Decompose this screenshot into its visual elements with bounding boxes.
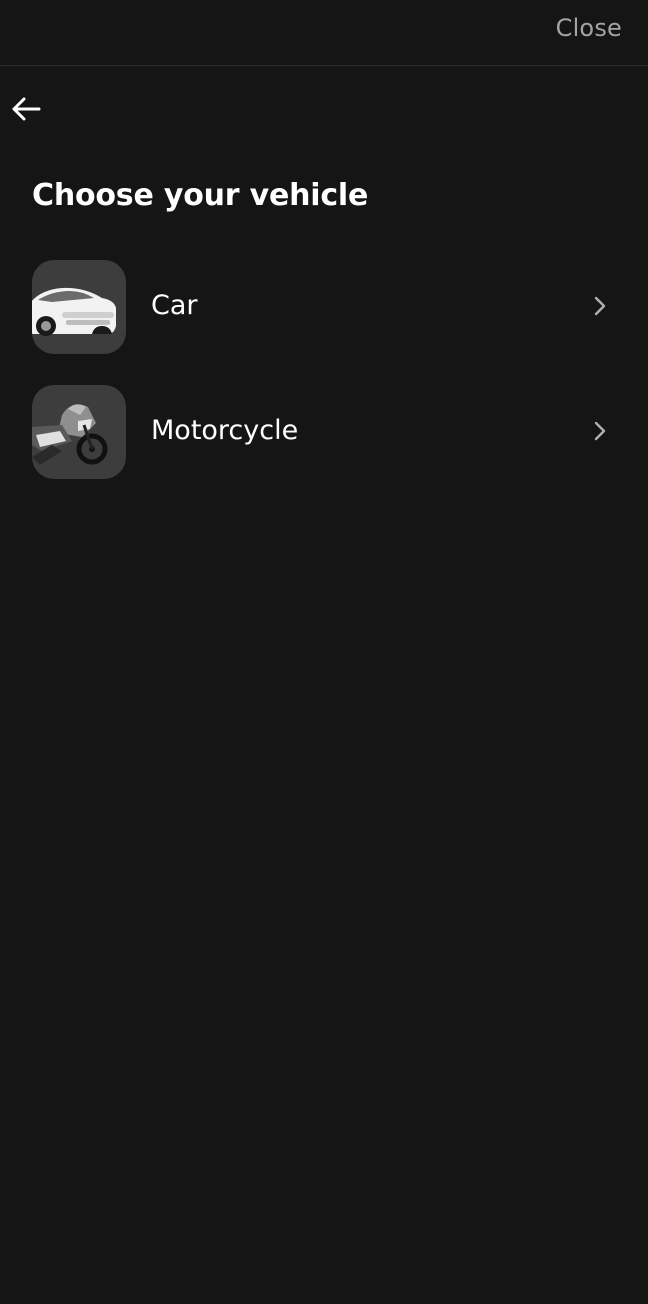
chevron-right-icon: [594, 421, 606, 441]
vehicle-option-motorcycle[interactable]: Motorcycle: [0, 383, 648, 508]
vehicle-label-car: Car: [151, 290, 198, 321]
vehicle-option-car[interactable]: Car: [0, 258, 648, 383]
close-button[interactable]: Close: [556, 14, 622, 42]
arrow-left-icon: [12, 97, 41, 121]
motorcycle-image: [32, 385, 126, 479]
vehicle-list: Car Motorcycle: [0, 258, 648, 508]
top-bar: Close: [0, 0, 648, 66]
car-image: [32, 260, 126, 354]
page-title: Choose your vehicle: [32, 178, 369, 213]
back-button[interactable]: [8, 90, 46, 128]
vehicle-label-motorcycle: Motorcycle: [151, 415, 299, 446]
chevron-right-icon: [594, 296, 606, 316]
